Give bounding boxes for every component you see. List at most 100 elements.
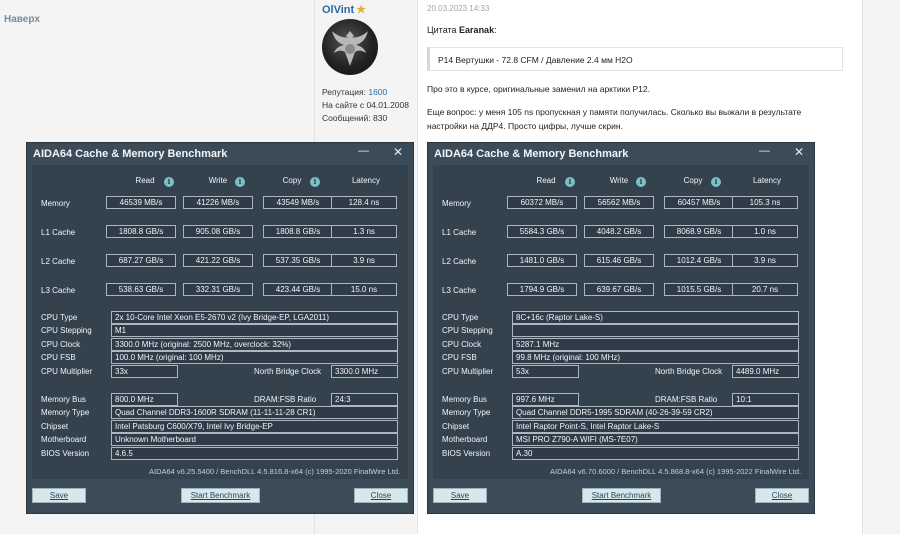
info-icon[interactable]: i — [310, 177, 320, 187]
row-label: L3 Cache — [442, 286, 477, 295]
mem-value-field: Intel Patsburg C600/X79, Intel Ivy Bridg… — [111, 420, 398, 433]
title-bar[interactable]: AIDA64 Cache & Memory Benchmark — ✕ — [428, 143, 814, 165]
memory-bus-field: 997.6 MHz — [512, 393, 579, 406]
cpu-value-field: 2x 10-Core Intel Xeon E5-2670 v2 (Ivy Br… — [111, 311, 398, 324]
close-icon[interactable]: ✕ — [794, 145, 804, 159]
quote-author[interactable]: Earanak — [459, 25, 494, 35]
author-name[interactable]: OlVint ★ — [322, 3, 366, 16]
info-icon[interactable]: i — [235, 177, 245, 187]
cpu-value-field: 5287.1 MHz — [512, 338, 799, 351]
right-margin — [862, 0, 900, 534]
memory-bus-field: 800.0 MHz — [111, 393, 178, 406]
quote-prefix: Цитата — [427, 25, 460, 35]
close-button[interactable]: Close — [755, 488, 809, 503]
post-paragraph-line: Еще вопрос: у меня 105 ns пропускная у п… — [427, 107, 802, 117]
version-footer: AIDA64 v6.25.5400 / BenchDLL 4.5.816.8-x… — [149, 467, 401, 476]
info-icon[interactable]: i — [711, 177, 721, 187]
info-icon[interactable]: i — [164, 177, 174, 187]
result-copy-field: 1015.5 GB/s — [664, 283, 734, 296]
start-benchmark-button[interactable]: Start Benchmark — [181, 488, 260, 503]
minimize-icon[interactable]: — — [759, 145, 770, 157]
result-read-field: 46539 MB/s — [106, 196, 176, 209]
result-write-field: 41226 MB/s — [183, 196, 253, 209]
cpu-value-field: 100.0 MHz (original: 100 MHz) — [111, 351, 398, 364]
save-button[interactable]: Save — [32, 488, 86, 503]
reputation: Репутация: 1600 — [322, 86, 409, 99]
save-button-label: Save — [450, 491, 470, 500]
dram-ratio-label: DRAM:FSB Ratio — [655, 395, 718, 404]
result-write-field: 639.67 GB/s — [584, 283, 654, 296]
mem-label: BIOS Version — [41, 449, 90, 458]
cpu-label: CPU FSB — [41, 353, 76, 362]
mem-value-field: Quad Channel DDR5-1995 SDRAM (40-26-39-5… — [512, 406, 799, 419]
reputation-label: Репутация: — [322, 87, 369, 97]
start-benchmark-button[interactable]: Start Benchmark — [582, 488, 661, 503]
close-icon[interactable]: ✕ — [393, 145, 403, 159]
result-latency-field: 128.4 ns — [331, 196, 397, 209]
result-read-field: 538.63 GB/s — [106, 283, 176, 296]
title-bar[interactable]: AIDA64 Cache & Memory Benchmark — ✕ — [27, 143, 413, 165]
close-button-label: Close — [370, 491, 392, 500]
result-write-field: 332.31 GB/s — [183, 283, 253, 296]
row-label: L2 Cache — [442, 257, 477, 266]
result-latency-field: 3.9 ns — [331, 254, 397, 267]
row-label: Memory — [41, 199, 70, 208]
mem-value-field: MSI PRO Z790-A WIFI (MS-7E07) — [512, 433, 799, 446]
result-write-field: 905.08 GB/s — [183, 225, 253, 238]
mem-label: Memory Type — [442, 408, 491, 417]
aida64-benchmark-window: AIDA64 Cache & Memory Benchmark — ✕ Read Wri… — [26, 142, 414, 514]
row-label: L2 Cache — [41, 257, 76, 266]
result-read-field: 60372 MB/s — [507, 196, 577, 209]
north-bridge-field: 3300.0 MHz — [331, 365, 398, 378]
north-bridge-label: North Bridge Clock — [254, 367, 322, 376]
mem-label: BIOS Version — [442, 449, 491, 458]
north-bridge-field: 4489.0 MHz — [732, 365, 799, 378]
result-read-field: 1808.8 GB/s — [106, 225, 176, 238]
result-copy-field: 1012.4 GB/s — [664, 254, 734, 267]
result-copy-field: 537.35 GB/s — [263, 254, 333, 267]
mem-label: Chipset — [442, 422, 470, 431]
message-count: Сообщений: 830 — [322, 113, 388, 123]
result-latency-field: 3.9 ns — [732, 254, 798, 267]
result-copy-field: 423.44 GB/s — [263, 283, 333, 296]
result-latency-field: 105.3 ns — [732, 196, 798, 209]
result-latency-field: 1.0 ns — [732, 225, 798, 238]
cpu-label: CPU Stepping — [442, 326, 493, 335]
row-label: Memory — [442, 199, 471, 208]
start-benchmark-label: Start Benchmark — [591, 491, 652, 500]
cpu-label: CPU Multiplier — [41, 367, 93, 376]
result-latency-field: 1.3 ns — [331, 225, 397, 238]
dram-ratio-field: 10:1 — [732, 393, 799, 406]
cpu-multiplier-field: 53x — [512, 365, 579, 378]
version-footer: AIDA64 v6.70.6000 / BenchDLL 4.5.868.8-x… — [550, 467, 802, 476]
row-label: L1 Cache — [41, 228, 76, 237]
back-to-top-link[interactable]: Наверх — [4, 14, 40, 25]
reputation-value[interactable]: 1600 — [368, 87, 387, 97]
save-button[interactable]: Save — [433, 488, 487, 503]
info-icon[interactable]: i — [636, 177, 646, 187]
row-label: L1 Cache — [442, 228, 477, 237]
save-button-label: Save — [49, 491, 69, 500]
minimize-icon[interactable]: — — [358, 145, 369, 157]
mem-value-field: 4.6.5 — [111, 447, 398, 460]
cpu-label: CPU Type — [442, 313, 479, 322]
quote-text: P14 Вертушки - 72.8 CFM / Давление 2.4 м… — [438, 55, 633, 65]
result-write-field: 4048.2 GB/s — [584, 225, 654, 238]
close-button[interactable]: Close — [354, 488, 408, 503]
cpu-label: CPU Type — [41, 313, 78, 322]
author-name-text[interactable]: OlVint — [322, 4, 354, 16]
start-benchmark-label: Start Benchmark — [190, 491, 251, 500]
mem-value-field: Intel Raptor Point-S, Intel Raptor Lake-… — [512, 420, 799, 433]
cpu-label: CPU Clock — [41, 340, 81, 349]
member-since: На сайте с 04.01.2008 — [322, 100, 409, 110]
cpu-label: CPU FSB — [442, 353, 477, 362]
close-button-label: Close — [771, 491, 793, 500]
avatar[interactable] — [322, 19, 378, 75]
result-write-field: 56562 MB/s — [584, 196, 654, 209]
cpu-value-field: 3300.0 MHz (original: 2500 MHz, overcloc… — [111, 338, 398, 351]
eagle-emblem-icon — [332, 31, 368, 66]
cpu-multiplier-field: 33x — [111, 365, 178, 378]
cpu-value-field: 99.8 MHz (original: 100 MHz) — [512, 351, 799, 364]
info-icon[interactable]: i — [565, 177, 575, 187]
column-header: Latency — [752, 176, 782, 185]
